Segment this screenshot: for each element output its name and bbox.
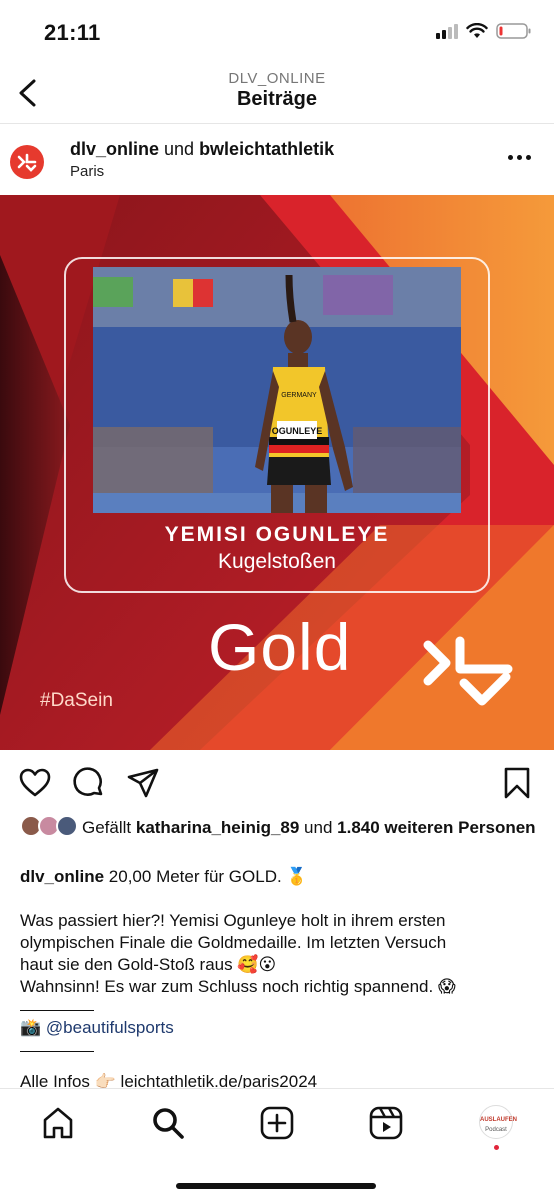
author-connector: und bbox=[159, 139, 200, 159]
camera-emoji-icon: 📸 bbox=[20, 1018, 42, 1037]
home-indicator bbox=[176, 1183, 376, 1189]
athlete-name: YEMISI OGUNLEYE bbox=[164, 523, 390, 546]
dlv-avatar[interactable] bbox=[10, 145, 44, 179]
post-header: dlv_online und bwleichtathletik Paris bbox=[0, 125, 554, 195]
status-icons bbox=[436, 22, 532, 40]
post-actions bbox=[0, 750, 554, 812]
status-time: 21:11 bbox=[44, 20, 101, 45]
liked-by-avatars bbox=[20, 815, 82, 837]
wifi-icon bbox=[466, 23, 488, 38]
notification-dot bbox=[494, 1145, 499, 1150]
post-location[interactable]: Paris bbox=[70, 163, 104, 180]
athlete-event: Kugelstoßen bbox=[218, 550, 336, 573]
likes-count[interactable]: 1.840 weiteren Personen bbox=[337, 818, 535, 837]
status-bar: 21:11 bbox=[0, 0, 554, 62]
profile-tab-avatar[interactable]: AUSLAUFEN Podcast bbox=[479, 1105, 517, 1139]
cell-signal-icon bbox=[436, 23, 458, 39]
nav-header: DLV_ONLINE Beiträge bbox=[0, 62, 554, 124]
search-icon[interactable] bbox=[150, 1105, 186, 1141]
author-link-dlv[interactable]: dlv_online bbox=[70, 139, 159, 159]
more-options-icon[interactable] bbox=[508, 147, 534, 167]
bottom-nav: AUSLAUFEN Podcast bbox=[0, 1088, 554, 1200]
heart-icon[interactable] bbox=[18, 766, 52, 800]
medal-text: Gold bbox=[208, 610, 352, 684]
caption-text-line: Was passiert hier?! Yemisi Ogunleye holt… bbox=[20, 911, 446, 930]
caption-text-line: olympischen Finale die Goldmedaille. Im … bbox=[20, 933, 447, 952]
dlv-logo-icon bbox=[423, 636, 513, 706]
caption-more-line: Alle Infos 👉🏻 leichtathletik.de/paris202… bbox=[20, 1072, 318, 1088]
dlv-logo-icon bbox=[17, 153, 37, 172]
comment-icon[interactable] bbox=[72, 766, 106, 800]
profile-avatar-subtext: Podcast bbox=[485, 1127, 507, 1133]
jersey-bib: OGUNLEYE bbox=[272, 426, 323, 436]
likes-summary[interactable]: Gefällt katharina_heinig_89 und 1.840 we… bbox=[20, 815, 540, 839]
caption-line1: 20,00 Meter für GOLD. 🥇 bbox=[104, 867, 308, 886]
likes-user-link[interactable]: katharina_heinig_89 bbox=[136, 818, 299, 837]
liker-avatar bbox=[56, 815, 78, 837]
divider bbox=[20, 1010, 94, 1011]
bookmark-icon[interactable] bbox=[500, 766, 534, 800]
caption-text-line: Wahnsinn! Es war zum Schluss noch richti… bbox=[20, 977, 456, 996]
post-caption: dlv_online 20,00 Meter für GOLD. 🥇 Was p… bbox=[20, 866, 540, 1058]
divider bbox=[20, 1051, 94, 1052]
post-authors: dlv_online und bwleichtathletik bbox=[70, 139, 334, 160]
create-post-icon[interactable] bbox=[259, 1105, 295, 1141]
jersey-country: GERMANY bbox=[281, 392, 317, 399]
caption-text-line: haut sie den Gold-Stoß raus 🥰😮 bbox=[20, 955, 277, 974]
athlete-photo: OGUNLEYE GERMANY bbox=[93, 267, 461, 513]
home-icon[interactable] bbox=[40, 1105, 76, 1141]
nav-subtitle: DLV_ONLINE bbox=[228, 70, 326, 87]
author-link-bwleichtathletik[interactable]: bwleichtathletik bbox=[199, 139, 334, 159]
share-icon[interactable] bbox=[126, 766, 160, 800]
likes-middle: und bbox=[299, 818, 338, 837]
battery-icon bbox=[496, 23, 531, 39]
hashtag-text: #DaSein bbox=[40, 690, 113, 711]
caption-user-link[interactable]: dlv_online bbox=[20, 867, 104, 886]
nav-title: Beiträge bbox=[236, 88, 318, 110]
likes-prefix: Gefällt bbox=[82, 818, 136, 837]
reels-icon[interactable] bbox=[368, 1105, 404, 1141]
profile-avatar-text: AUSLAUFEN bbox=[480, 1117, 517, 1123]
photo-credit-mention[interactable]: @beautifulsports bbox=[46, 1018, 174, 1037]
post-image[interactable]: OGUNLEYE GERMANY YEMISI OGUNLEYE Kugelst… bbox=[0, 195, 554, 750]
